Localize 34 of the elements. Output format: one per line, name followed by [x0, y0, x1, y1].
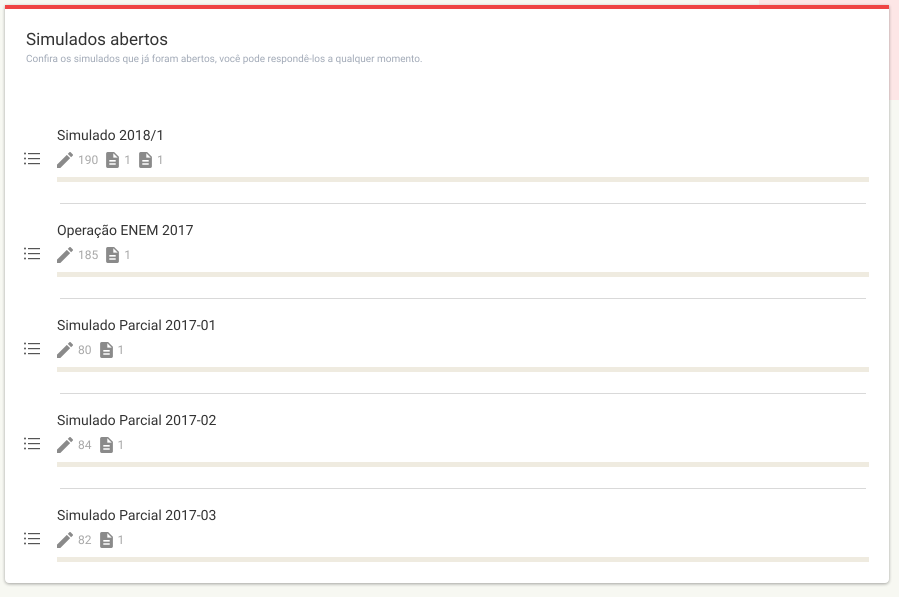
exam-title[interactable]: Simulado Parcial 2017-02 — [57, 411, 869, 431]
document-count: 1 — [118, 342, 124, 359]
document-count: 1 — [118, 532, 124, 549]
pencil-icon — [57, 532, 73, 548]
pencil-icon — [57, 342, 73, 358]
document-count: 1 — [118, 437, 124, 454]
list-icon[interactable] — [24, 342, 40, 354]
document-count: 1 — [156, 152, 164, 169]
question-count: 82 — [78, 532, 92, 549]
exam-title[interactable]: Simulado 2018/1 — [57, 126, 869, 146]
document-icon — [106, 247, 120, 263]
list-icon[interactable] — [24, 532, 40, 544]
question-count: 185 — [78, 247, 98, 264]
list-icon[interactable] — [24, 246, 40, 260]
exam-title[interactable]: Operação ENEM 2017 — [57, 221, 869, 241]
page-subtitle: Confira os simulados que já foram abertos, você pode respondê-los a qualquer momento. — [26, 53, 424, 67]
question-count: 84 — [78, 437, 92, 454]
exam-title[interactable]: Simulado Parcial 2017-03 — [57, 506, 869, 526]
document-icon — [100, 437, 112, 453]
list-icon[interactable] — [24, 436, 40, 450]
pencil-icon — [57, 437, 73, 453]
pencil-icon — [57, 247, 73, 263]
question-count: 80 — [78, 342, 92, 359]
document-icon — [138, 152, 152, 168]
page-title: Simulados abertos — [26, 29, 170, 51]
document-icon — [106, 152, 120, 168]
document-count: 1 — [124, 152, 131, 169]
question-count: 190 — [78, 152, 98, 169]
document-count: 1 — [124, 247, 131, 264]
pencil-icon — [57, 152, 73, 168]
document-icon — [100, 342, 112, 358]
exam-title[interactable]: Simulado Parcial 2017-01 — [57, 316, 869, 336]
list-icon[interactable] — [24, 152, 40, 164]
document-icon — [100, 532, 112, 548]
